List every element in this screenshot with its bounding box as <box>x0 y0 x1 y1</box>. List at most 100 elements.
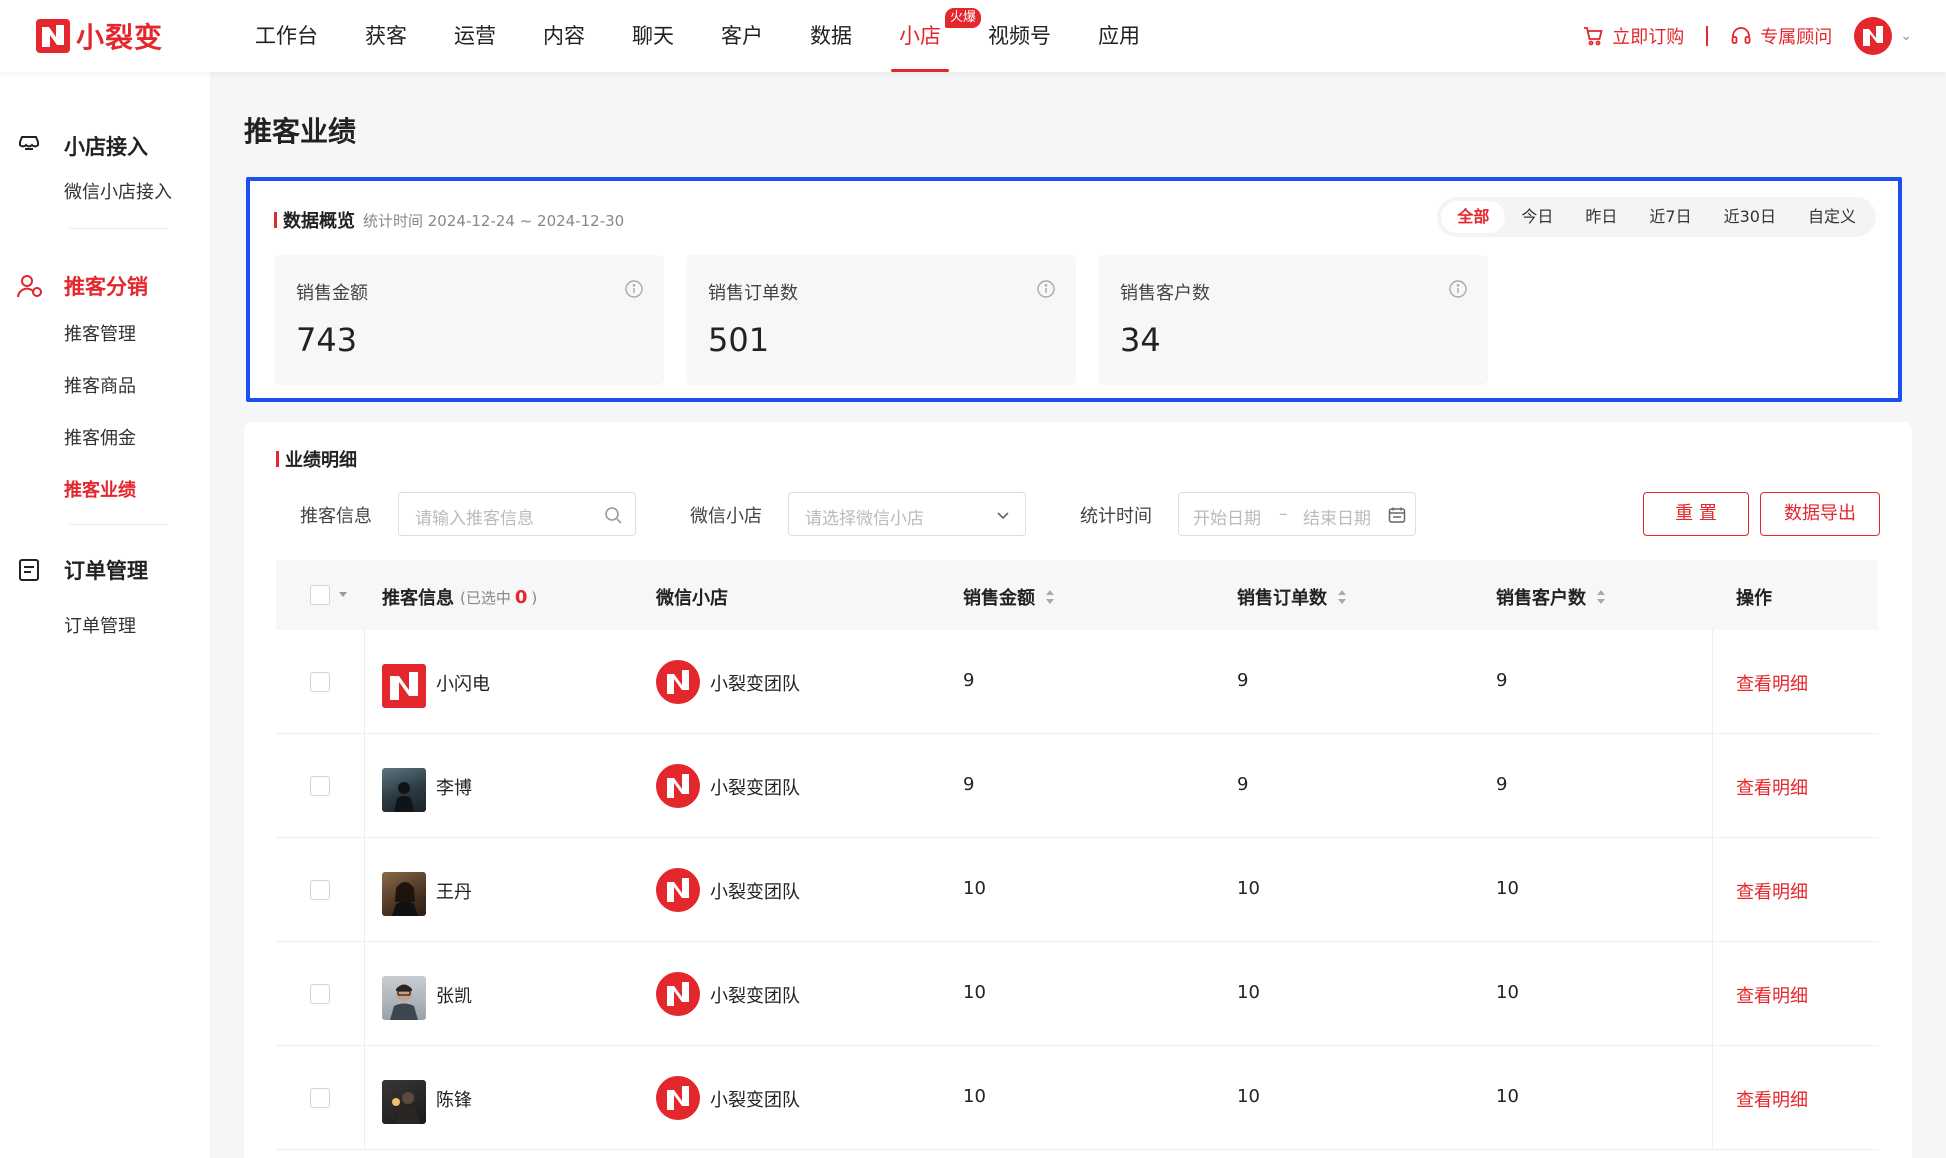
overview-header: 数据概览 统计时间 2024-12-24 ~ 2024-12-30 <box>274 207 624 233</box>
nav-chat[interactable]: 聊天 <box>632 0 674 72</box>
nav-shop[interactable]: 小店 火爆 <box>891 0 982 72</box>
table-row: 陈锋 小裂变团队 10 10 10 查看明细 <box>276 1046 1878 1150</box>
view-detail-link[interactable]: 查看明细 <box>1736 774 1808 800</box>
shop-icon <box>19 136 39 150</box>
promoter-search-input[interactable]: 请输入推客信息 <box>398 492 636 536</box>
lightning-logo-icon <box>36 19 70 53</box>
order-now-link[interactable]: 立即订购 <box>1582 23 1684 49</box>
col-customers-label: 销售客户数 <box>1496 588 1586 609</box>
order-now-label: 立即订购 <box>1612 27 1685 48</box>
reset-button[interactable]: 重 置 <box>1643 492 1749 536</box>
user-avatar[interactable] <box>1854 17 1893 55</box>
col-orders[interactable]: 销售订单数 <box>1237 584 1347 610</box>
promoter-name: 小闪电 <box>436 674 490 695</box>
sales-orders: 10 <box>1237 878 1260 899</box>
selected-prefix: (已选中 <box>460 588 511 607</box>
row-checkbox[interactable] <box>310 984 330 1004</box>
sidebar-group-label: 订单管理 <box>64 559 148 583</box>
select-all-checkbox[interactable] <box>310 585 330 605</box>
table-row: 李博 小裂变团队 9 9 9 查看明细 <box>276 734 1878 838</box>
range-tab-today[interactable]: 今日 <box>1505 201 1569 233</box>
advisor-link[interactable]: 专属顾问 <box>1730 23 1832 49</box>
date-range-separator: – <box>1279 504 1288 524</box>
view-detail-link[interactable]: 查看明细 <box>1736 670 1808 696</box>
promoter-filter-label: 推客信息 <box>300 506 372 527</box>
column-divider <box>364 630 365 734</box>
info-icon[interactable] <box>1036 279 1056 299</box>
column-divider <box>1712 1046 1713 1150</box>
end-date-placeholder: 结束日期 <box>1303 509 1371 529</box>
sales-amount: 10 <box>963 982 986 1003</box>
column-divider <box>1712 630 1713 734</box>
nav-customer[interactable]: 客户 <box>721 0 763 72</box>
range-tab-all[interactable]: 全部 <box>1441 201 1506 233</box>
column-divider <box>1712 942 1713 1046</box>
nav-data[interactable]: 数据 <box>810 0 852 72</box>
sales-orders: 9 <box>1237 670 1249 691</box>
sales-customers: 10 <box>1496 1086 1519 1107</box>
sort-icon[interactable] <box>1596 589 1606 605</box>
range-tab-7days[interactable]: 近7日 <box>1633 201 1707 233</box>
shop-name: 小裂变团队 <box>710 986 800 1007</box>
shop-name: 小裂变团队 <box>710 1090 800 1111</box>
sort-icon[interactable] <box>1045 589 1055 605</box>
info-icon[interactable] <box>624 279 644 299</box>
export-button[interactable]: 数据导出 <box>1760 492 1880 536</box>
nav-apps[interactable]: 应用 <box>1098 0 1140 72</box>
sidebar-item-promoter-management[interactable]: 推客管理 <box>64 320 136 346</box>
nav-channels[interactable]: 视频号 <box>988 0 1051 72</box>
page-title: 推客业绩 <box>244 115 357 148</box>
stat-label: 销售金额 <box>296 283 368 304</box>
nav-content[interactable]: 内容 <box>543 0 585 72</box>
calendar-icon <box>1388 507 1406 523</box>
sales-orders: 10 <box>1237 1086 1260 1107</box>
sidebar-item-promoter-commission[interactable]: 推客佣金 <box>64 424 136 450</box>
nav-shop-label: 小店 <box>899 24 941 48</box>
brand-name: 小裂变 <box>76 21 164 54</box>
range-tab-30days[interactable]: 近30日 <box>1708 201 1792 233</box>
col-orders-label: 销售订单数 <box>1237 588 1327 609</box>
row-checkbox[interactable] <box>310 776 330 796</box>
column-divider <box>1712 734 1713 838</box>
range-tab-custom[interactable]: 自定义 <box>1792 201 1872 233</box>
col-amount[interactable]: 销售金额 <box>963 584 1055 610</box>
nav-acquire[interactable]: 获客 <box>365 0 407 72</box>
view-detail-link[interactable]: 查看明细 <box>1736 1086 1808 1112</box>
sidebar-item-promoter-products[interactable]: 推客商品 <box>64 372 136 398</box>
sidebar-item-wechat-shop-access[interactable]: 微信小店接入 <box>64 178 172 204</box>
nav-operation[interactable]: 运营 <box>454 0 496 72</box>
col-promoter-label: 推客信息 <box>382 588 454 609</box>
section-marker <box>274 212 277 228</box>
col-customers[interactable]: 销售客户数 <box>1496 584 1606 610</box>
row-checkbox[interactable] <box>310 880 330 900</box>
info-icon[interactable] <box>1448 279 1468 299</box>
view-detail-link[interactable]: 查看明细 <box>1736 878 1808 904</box>
nav-workbench[interactable]: 工作台 <box>255 0 318 72</box>
chevron-down-icon[interactable]: ⌄ <box>1900 28 1912 44</box>
shop-logo-icon <box>656 972 700 1016</box>
overview-title: 数据概览 <box>283 211 355 232</box>
sales-amount: 10 <box>963 878 986 899</box>
table-header: 推客信息 (已选中 0) 微信小店 销售金额 销售订单数 销售客户数 操作 <box>276 560 1878 630</box>
caret-down-icon[interactable] <box>338 591 348 599</box>
col-amount-label: 销售金额 <box>963 588 1035 609</box>
sidebar: 小店接入 微信小店接入 推客分销 推客管理 推客商品 推客佣金 推客业绩 订单管… <box>0 72 210 1158</box>
shop-select[interactable]: 请选择微信小店 <box>788 492 1026 536</box>
sidebar-item-order-management[interactable]: 订单管理 <box>64 612 136 638</box>
sales-amount: 9 <box>963 670 975 691</box>
date-range-picker[interactable]: 开始日期 – 结束日期 <box>1178 492 1416 536</box>
range-tab-yesterday[interactable]: 昨日 <box>1569 201 1633 233</box>
row-checkbox[interactable] <box>310 1088 330 1108</box>
users-icon <box>17 275 42 298</box>
cart-icon <box>1584 27 1603 46</box>
shop-logo-icon <box>656 1076 700 1120</box>
table-row: 小闪电 小裂变团队 9 9 9 查看明细 <box>276 630 1878 734</box>
brand-logo[interactable]: 小裂变 <box>36 16 163 56</box>
sidebar-item-promoter-performance[interactable]: 推客业绩 <box>64 476 136 502</box>
view-detail-link[interactable]: 查看明细 <box>1736 982 1808 1008</box>
row-checkbox[interactable] <box>310 672 330 692</box>
overview-period: 统计时间 2024-12-24 ~ 2024-12-30 <box>363 211 625 230</box>
promoter-name: 张凯 <box>436 986 472 1007</box>
sort-icon[interactable] <box>1337 589 1347 605</box>
stat-label: 销售订单数 <box>708 283 798 304</box>
